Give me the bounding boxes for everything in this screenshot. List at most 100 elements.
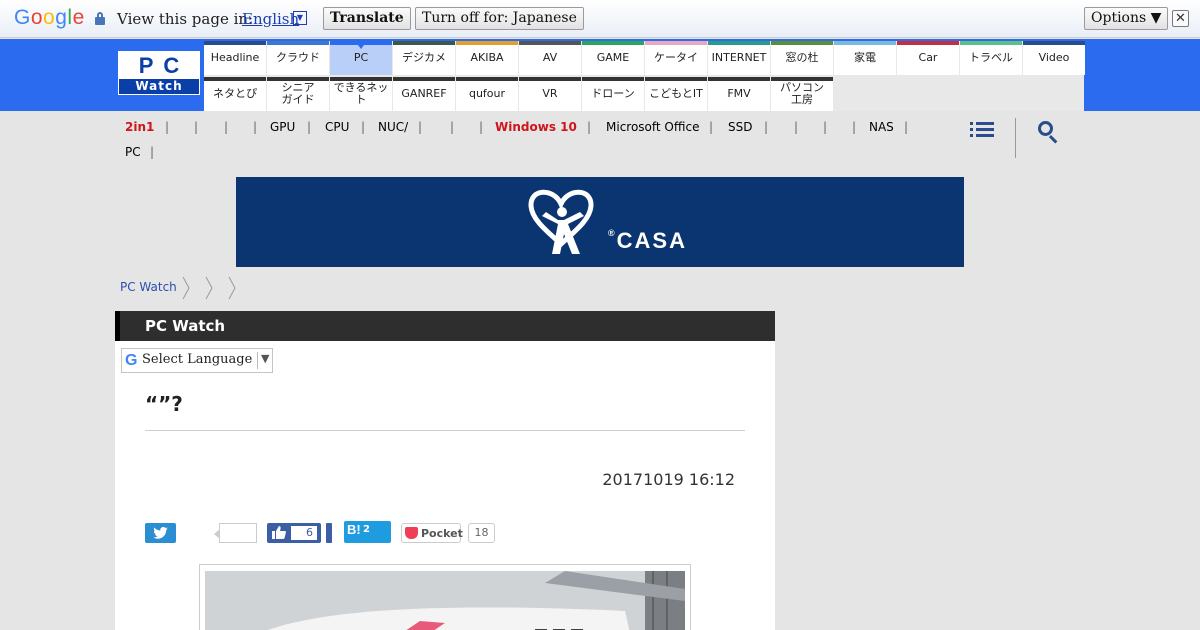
nav-sub-item-1[interactable]: シニア ガイド xyxy=(267,77,329,111)
article-title: “”? xyxy=(145,392,183,416)
twitter-share-button[interactable] xyxy=(145,523,176,543)
logo-watch-text: Watch xyxy=(119,79,199,94)
nav-sub-item-6[interactable]: ドローン xyxy=(582,77,644,111)
ad-banner[interactable]: ®CASA xyxy=(236,177,964,267)
nav-sub-item-9[interactable]: パソコン 工房 xyxy=(771,77,833,111)
pocket-icon xyxy=(405,527,418,539)
facebook-like-count: 6 xyxy=(291,526,317,540)
banner-brand: ®CASA xyxy=(608,228,687,254)
topic-separator: | xyxy=(194,120,199,134)
topic-separator: | xyxy=(479,120,484,134)
header-accent xyxy=(115,311,120,341)
pocket-button[interactable]: Pocket xyxy=(401,523,463,543)
nav-item-12[interactable]: トラベル xyxy=(960,41,1022,75)
nav-item-color-bar xyxy=(771,77,833,81)
nav-item-label: 窓の杜 xyxy=(785,51,819,64)
language-dropdown-icon[interactable]: ▼ xyxy=(293,11,307,25)
topic-separator: | xyxy=(709,120,714,134)
pocket-count: 18 xyxy=(468,523,495,543)
breadcrumb: PC Watch xyxy=(120,280,177,294)
nav-item-color-bar xyxy=(519,41,581,45)
nav-item-0[interactable]: Headline xyxy=(204,41,266,75)
banner-brand-text: CASA xyxy=(616,228,687,253)
topic-link[interactable]: 2in1 xyxy=(125,120,154,134)
topic-separator: | xyxy=(764,120,769,134)
topic-separator: | xyxy=(418,120,423,134)
nav-item-color-bar xyxy=(204,41,266,45)
nav-item-color-bar xyxy=(393,77,455,81)
topic-separator: | xyxy=(307,120,312,134)
topic-link[interactable]: GPU xyxy=(270,120,295,134)
topic-link[interactable]: CPU xyxy=(325,120,349,134)
nav-item-7[interactable]: ケータイ xyxy=(645,41,707,75)
nav-sub-item-3[interactable]: GANREF xyxy=(393,77,455,111)
nav-sub-item-7[interactable]: こどもとIT xyxy=(645,77,707,111)
google-logo: Google xyxy=(14,6,85,29)
topic-separator: | xyxy=(904,120,909,134)
article-photo[interactable] xyxy=(199,564,691,630)
nav-sub-item-label: こどもとIT xyxy=(649,87,703,100)
nav-item-color-bar xyxy=(582,41,644,45)
topic-separator: | xyxy=(165,120,170,134)
nav-item-color-bar xyxy=(330,41,392,45)
nav-item-label: AV xyxy=(542,51,558,64)
nav-item-label: AKIBA xyxy=(470,51,504,64)
nav-item-label: Headline xyxy=(210,51,260,64)
nav-sub-item-4[interactable]: qufour xyxy=(456,77,518,111)
search-icon[interactable] xyxy=(1037,120,1061,144)
google-g-icon: G xyxy=(125,352,138,369)
nav-sub-item-0[interactable]: ネタとぴ xyxy=(204,77,266,111)
turn-off-button[interactable]: Turn off for: Japanese xyxy=(415,7,584,30)
nav-item-color-bar xyxy=(204,77,266,81)
hatena-bookmark-button[interactable]: B! 2 xyxy=(344,521,391,543)
nav-item-4[interactable]: AKIBA xyxy=(456,41,518,75)
category-nav: Headline クラウド PC デジカメ AKIBA AV GAME ケータイ INTERNE… xyxy=(204,41,1085,111)
translate-button[interactable]: Translate xyxy=(323,7,411,30)
nav-item-1[interactable]: クラウド xyxy=(267,41,329,75)
facebook-like-button[interactable]: 6 xyxy=(267,523,321,543)
nav-item-9[interactable]: 窓の杜 xyxy=(771,41,833,75)
topic-link[interactable]: PC xyxy=(125,145,141,159)
facebook-share-tail[interactable] xyxy=(326,523,332,543)
language-select[interactable]: G Select Language ▼ xyxy=(121,348,273,373)
article-date: 20171019 16:12 xyxy=(602,470,735,489)
nav-sub-item-label: FMV xyxy=(727,87,751,100)
close-icon[interactable]: ✕ xyxy=(1172,10,1189,27)
nav-sub-item-2[interactable]: できるネット xyxy=(330,77,392,111)
nav-item-color-bar xyxy=(834,41,896,45)
topic-link[interactable]: Microsoft Office xyxy=(606,120,699,134)
nav-sub-item-5[interactable]: VR xyxy=(519,77,581,111)
nav-item-color-bar xyxy=(1023,41,1085,45)
topic-link[interactable]: SSD xyxy=(728,120,752,134)
logo-pc-text: PC xyxy=(138,53,190,78)
topic-separator: | xyxy=(361,120,366,134)
breadcrumb-home[interactable]: PC Watch xyxy=(120,280,177,294)
nav-item-6[interactable]: GAME xyxy=(582,41,644,75)
nav-item-11[interactable]: Car xyxy=(897,41,959,75)
nav-item-3[interactable]: デジカメ xyxy=(393,41,455,75)
breadcrumb-chevron-icon xyxy=(205,276,213,300)
nav-item-13[interactable]: Video xyxy=(1023,41,1085,75)
topic-separator: | xyxy=(852,120,857,134)
nav-sub-item-label: ドローン xyxy=(591,87,635,100)
hatena-icon: B! xyxy=(347,522,361,537)
topic-link[interactable]: Windows 10 xyxy=(495,120,577,134)
nav-sub-item-8[interactable]: FMV xyxy=(708,77,770,111)
options-button[interactable]: Options ▼ xyxy=(1084,7,1169,30)
pocket-label: Pocket xyxy=(421,527,463,540)
nav-item-5[interactable]: AV xyxy=(519,41,581,75)
nav-item-8[interactable]: INTERNET xyxy=(708,41,770,75)
nav-item-color-bar xyxy=(267,41,329,45)
topic-separator: | xyxy=(150,145,155,159)
target-language-link[interactable]: English xyxy=(242,10,299,28)
topic-link[interactable]: NAS xyxy=(869,120,894,134)
nav-item-10[interactable]: 家電 xyxy=(834,41,896,75)
translate-bar: Google View this page in: English ▼ Tran… xyxy=(0,0,1200,38)
topic-link[interactable]: NUC/ xyxy=(378,120,408,134)
nav-sub-item-label: GANREF xyxy=(401,87,447,100)
topic-separator: | xyxy=(450,120,455,134)
site-logo[interactable]: PC Watch xyxy=(118,51,200,95)
menu-icon[interactable] xyxy=(970,120,994,140)
nav-item-2[interactable]: PC xyxy=(330,41,392,75)
chevron-down-icon: ▼ xyxy=(261,352,270,365)
